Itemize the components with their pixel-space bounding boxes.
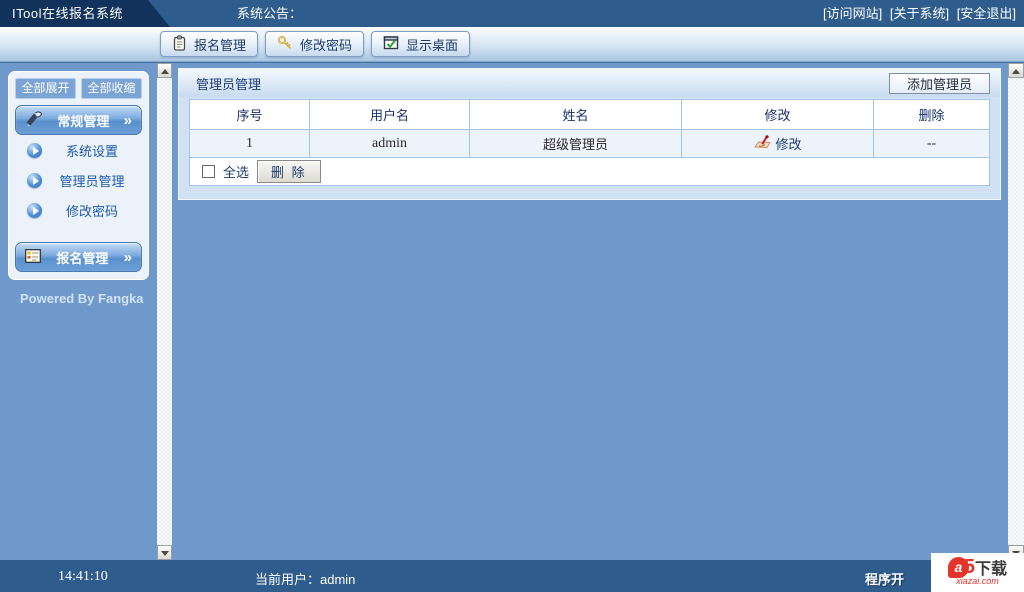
current-user-text: 当前用户：admin	[255, 569, 355, 588]
menu-item-label: 修改密码	[42, 201, 142, 220]
sidebar-panel: 全部展开 全部收缩 常规管理 » 系统设置 管理员管理 修改密码	[8, 71, 149, 280]
edit-link[interactable]: 修改	[753, 134, 801, 153]
admin-table: 序号 用户名 姓名 修改 删除 1 admin 超级管理员	[189, 99, 990, 186]
scroll-up-icon	[161, 69, 169, 74]
sidebar-item-admin-manage[interactable]: 管理员管理	[15, 165, 142, 195]
form-icon	[25, 249, 41, 266]
show-desktop-button[interactable]: 显示桌面	[371, 31, 470, 57]
sidebar-section-general[interactable]: 常规管理 »	[15, 105, 142, 135]
main-content: 管理员管理 添加管理员 序号 用户名 姓名 修改 删除 1 admin	[172, 63, 1008, 560]
powered-by-text: Powered By Fangka	[20, 291, 144, 306]
announcement-label: 系统公告：	[237, 0, 302, 27]
admin-manage-panel: 管理员管理 添加管理员 序号 用户名 姓名 修改 删除 1 admin	[178, 68, 1001, 200]
menu-item-label: 系统设置	[42, 141, 142, 160]
footer-right-text: 程序开	[865, 569, 904, 588]
column-header-index: 序号	[190, 100, 310, 130]
clipboard-icon	[172, 35, 187, 54]
section-label: 报名管理	[41, 248, 124, 267]
cell-index: 1	[190, 130, 310, 158]
scroll-up-button[interactable]	[1008, 63, 1024, 78]
column-header-username: 用户名	[310, 100, 470, 130]
toolbar-button-label: 显示桌面	[406, 35, 458, 54]
menu-item-label: 管理员管理	[42, 171, 142, 190]
edit-link-label: 修改	[775, 134, 801, 153]
keys-icon	[277, 35, 293, 54]
expand-all-button[interactable]: 全部展开	[15, 78, 76, 99]
visit-site-link[interactable]: [访问网站]	[823, 6, 882, 21]
change-password-button[interactable]: 修改密码	[265, 31, 364, 57]
panel-header: 管理员管理 添加管理员	[179, 69, 1000, 97]
desktop-icon	[383, 35, 399, 54]
app-title: ITool在线报名系统	[0, 0, 172, 27]
scroll-down-icon	[161, 551, 169, 556]
clock-text: 14:41:10	[58, 569, 108, 585]
page-body: 全部展开 全部收缩 常规管理 » 系统设置 管理员管理 修改密码	[0, 62, 1024, 560]
cell-username: admin	[310, 130, 470, 158]
edit-icon	[753, 135, 772, 153]
sidebar-scrollbar[interactable]	[157, 63, 172, 560]
wizard-icon	[25, 111, 43, 130]
sidebar: 全部展开 全部收缩 常规管理 » 系统设置 管理员管理 修改密码	[0, 63, 157, 560]
status-bar: 14:41:10 当前用户：admin 程序开	[0, 560, 1024, 592]
cell-name: 超级管理员	[470, 130, 682, 158]
registration-manage-button[interactable]: 报名管理	[160, 31, 258, 57]
collapse-all-button[interactable]: 全部收缩	[81, 78, 142, 99]
section-label: 常规管理	[43, 111, 124, 130]
sidebar-item-change-password[interactable]: 修改密码	[15, 195, 142, 225]
select-all-label: 全选	[223, 162, 249, 181]
column-header-edit: 修改	[682, 100, 874, 130]
safe-logout-link[interactable]: [安全退出]	[957, 6, 1016, 21]
sidebar-section-registration[interactable]: 报名管理 »	[15, 242, 142, 272]
watermark-logo[interactable]: a 5 下载 xiazai.com	[931, 553, 1024, 592]
chevron-right-icon: »	[124, 112, 132, 129]
table-row: 1 admin 超级管理员 修改 --	[190, 130, 990, 158]
top-bar: ITool在线报名系统 系统公告： [访问网站] [关于系统] [安全退出]	[0, 0, 1024, 27]
about-system-link[interactable]: [关于系统]	[890, 6, 949, 21]
panel-title: 管理员管理	[196, 74, 261, 93]
play-circle-icon	[27, 143, 42, 158]
play-circle-icon	[27, 203, 42, 218]
toolbar: 报名管理 修改密码 显示桌面	[0, 27, 1024, 62]
toolbar-button-label: 报名管理	[194, 35, 246, 54]
watermark-site-text: xiazai.com	[931, 576, 1024, 586]
table-header-row: 序号 用户名 姓名 修改 删除	[190, 100, 990, 130]
select-all-row: 全选 删 除	[189, 158, 990, 186]
cell-delete: --	[874, 130, 990, 158]
column-header-delete: 删除	[874, 100, 990, 130]
toolbar-button-label: 修改密码	[300, 35, 352, 54]
toolbar-buttons: 报名管理 修改密码 显示桌面	[160, 31, 470, 57]
add-admin-button[interactable]: 添加管理员	[889, 73, 990, 94]
topbar-links: [访问网站] [关于系统] [安全退出]	[819, 0, 1016, 27]
play-circle-icon	[27, 173, 42, 188]
scroll-down-button[interactable]	[157, 545, 172, 560]
delete-button[interactable]: 删 除	[257, 160, 321, 183]
main-scrollbar[interactable]	[1008, 63, 1024, 560]
chevron-right-icon: »	[124, 249, 132, 266]
cell-edit: 修改	[682, 130, 874, 158]
column-header-name: 姓名	[470, 100, 682, 130]
scroll-up-icon	[1012, 69, 1020, 74]
scroll-up-button[interactable]	[157, 63, 172, 78]
select-all-checkbox[interactable]	[202, 165, 215, 178]
sidebar-item-system-settings[interactable]: 系统设置	[15, 135, 142, 165]
